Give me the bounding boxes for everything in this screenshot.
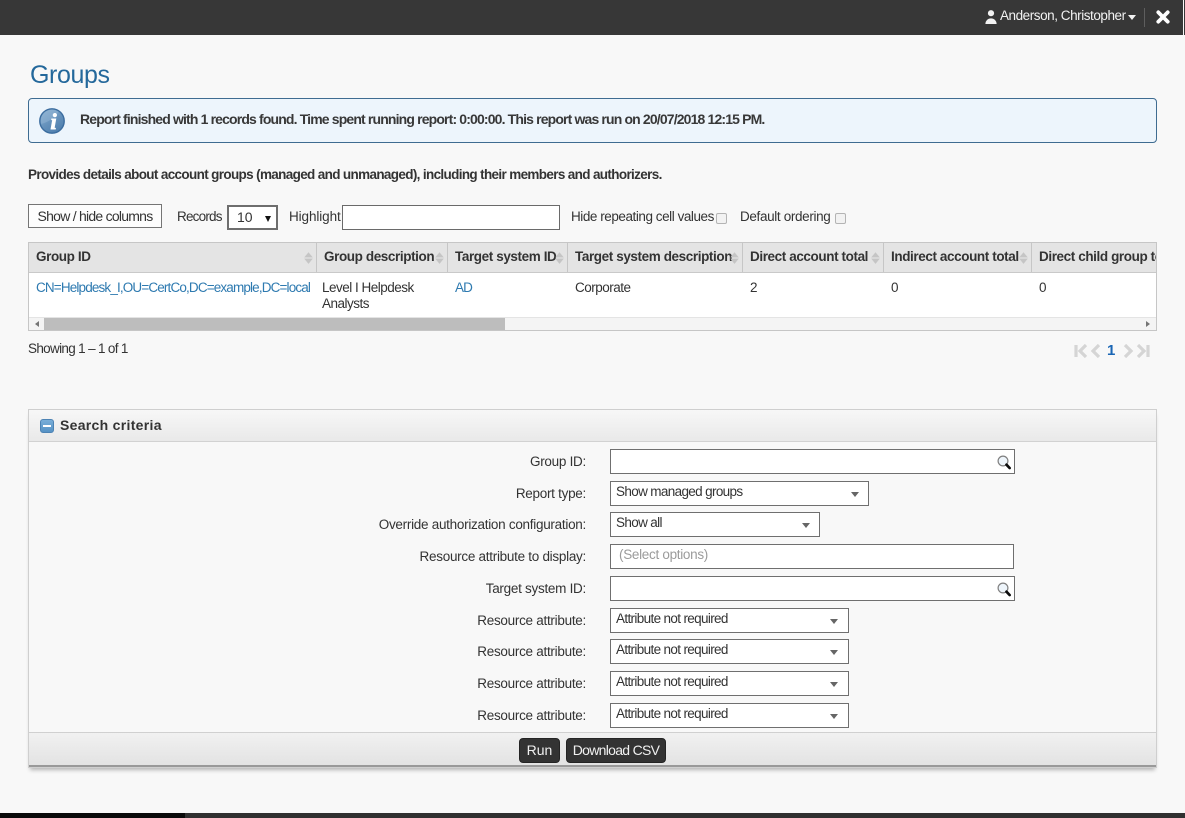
svg-text:i: i (51, 109, 58, 134)
